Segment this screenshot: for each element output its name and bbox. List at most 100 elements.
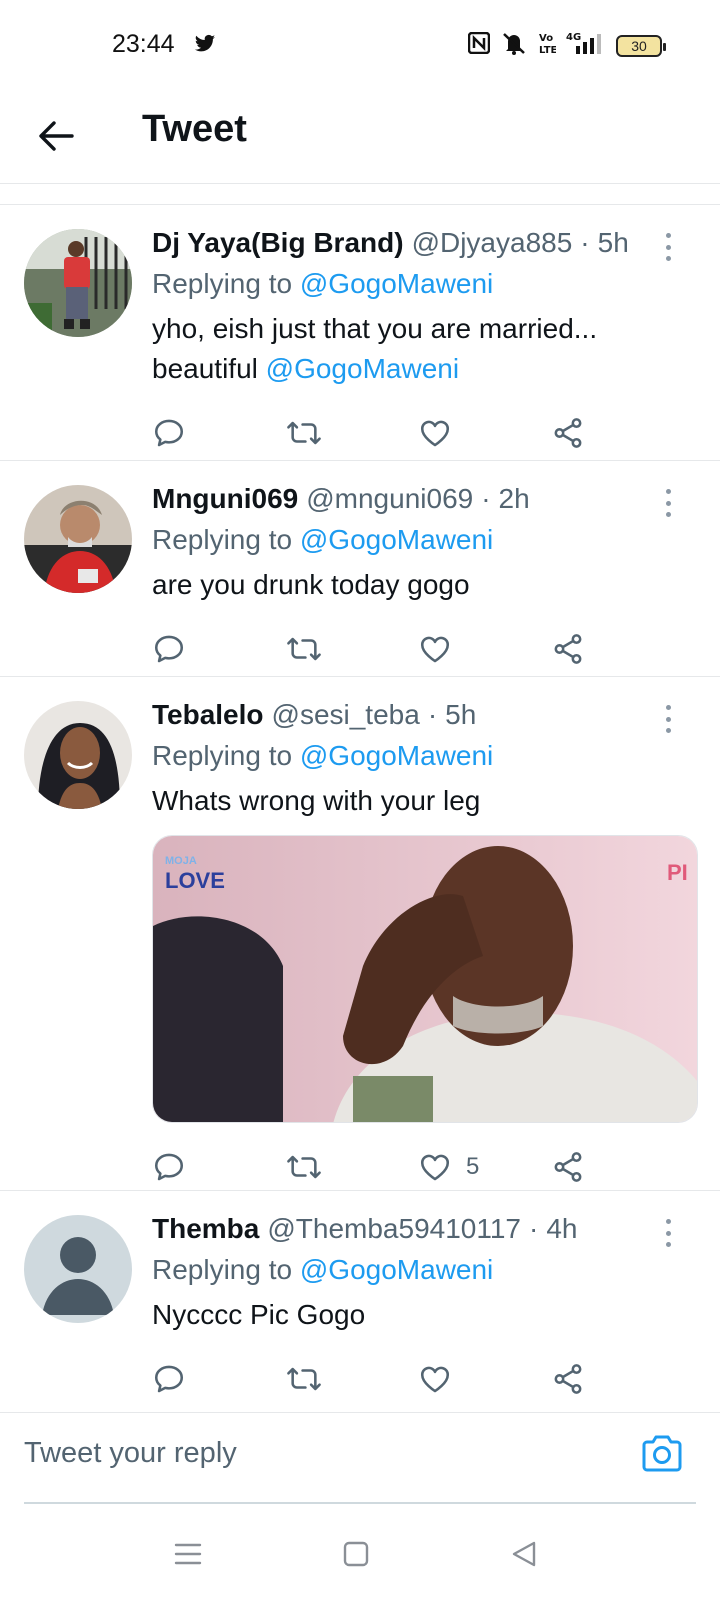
more-options-icon[interactable]	[656, 489, 680, 517]
page-title: Tweet	[142, 108, 247, 150]
replying-label: Replying to	[152, 524, 293, 555]
retweet-button[interactable]	[285, 1362, 418, 1396]
tweet-time: 5h	[597, 227, 629, 258]
like-button[interactable]	[418, 1362, 551, 1396]
tweet-reply[interactable]: Themba @Themba59410117 · 4h Replying to …	[0, 1191, 720, 1412]
reply-input[interactable]: Tweet your reply	[24, 1437, 237, 1470]
svg-text:4G: 4G	[566, 32, 581, 43]
avatar[interactable]	[24, 485, 132, 593]
share-button[interactable]	[551, 1362, 684, 1396]
reply-button[interactable]	[152, 1150, 285, 1184]
default-avatar[interactable]	[24, 1215, 132, 1323]
share-icon	[554, 634, 582, 664]
more-options-icon[interactable]	[656, 1219, 680, 1247]
retweet-button[interactable]	[285, 416, 418, 450]
separator-dot: ·	[529, 1213, 539, 1244]
share-icon	[554, 1364, 582, 1394]
back-arrow-icon[interactable]	[30, 110, 82, 162]
share-button[interactable]	[551, 1150, 684, 1184]
display-name[interactable]: Themba	[152, 1209, 259, 1249]
replying-to-mention[interactable]: @GogoMaweni	[300, 524, 493, 555]
replying-label: Replying to	[152, 740, 293, 771]
battery-icon: 30	[616, 34, 666, 57]
tweet-text: Whats wrong with your leg	[152, 785, 481, 816]
top-app-bar: Tweet	[0, 92, 720, 184]
retweet-icon	[287, 1367, 321, 1391]
replies-feed[interactable]: Dj Yaya(Big Brand) @Djyaya885 · 5h Reply…	[0, 204, 720, 1412]
share-button[interactable]	[551, 416, 684, 450]
retweet-icon	[287, 1155, 321, 1179]
replying-to-line: Replying to @GogoMaweni	[152, 735, 684, 777]
like-count: 5	[466, 1153, 480, 1180]
system-nav-bar	[0, 1504, 720, 1600]
user-handle[interactable]: @Djyaya885	[412, 223, 573, 263]
replying-to-mention[interactable]: @GogoMaweni	[300, 268, 493, 299]
reply-button[interactable]	[152, 416, 285, 450]
display-name[interactable]: Tebalelo	[152, 695, 264, 735]
share-icon	[554, 1152, 582, 1182]
retweet-button[interactable]	[285, 632, 418, 666]
separator-dot: ·	[427, 699, 438, 730]
tweet-media-image[interactable]: MOJA LOVE PI	[152, 835, 698, 1123]
heart-icon	[420, 636, 450, 663]
separator-dot: ·	[580, 227, 590, 258]
home-square-icon[interactable]	[336, 1534, 376, 1574]
tweet-text: are you drunk today gogo	[152, 569, 470, 600]
like-button[interactable]: 5	[418, 1150, 551, 1184]
more-options-icon[interactable]	[656, 705, 680, 733]
user-handle[interactable]: @mnguni069	[306, 479, 473, 519]
replying-to-line: Replying to @GogoMaweni	[152, 519, 684, 561]
replying-to-mention[interactable]: @GogoMaweni	[300, 740, 493, 771]
replying-label: Replying to	[152, 268, 293, 299]
like-button[interactable]	[418, 416, 551, 450]
like-button[interactable]	[418, 632, 551, 666]
retweet-button[interactable]	[285, 1150, 418, 1184]
reply-composer: Tweet your reply	[0, 1412, 720, 1504]
reply-button[interactable]	[152, 1362, 285, 1396]
svg-text:LTE: LTE	[539, 45, 556, 55]
heart-icon	[420, 420, 450, 447]
nfc-icon	[467, 31, 491, 59]
tweet-header: Dj Yaya(Big Brand) @Djyaya885 · 5h	[152, 223, 684, 263]
more-options-icon[interactable]	[656, 233, 680, 261]
media-brand-big: LOVE	[165, 868, 225, 893]
share-icon	[554, 418, 582, 448]
tweet-text: Nycccc Pic Gogo	[152, 1299, 366, 1330]
tweet-text: yho, eish just that you are married... b…	[152, 309, 684, 389]
tweet-header: Mnguni069 @mnguni069 · 2h	[152, 479, 684, 519]
heart-icon	[420, 1366, 450, 1393]
user-handle[interactable]: @Themba59410117	[267, 1209, 521, 1249]
display-name[interactable]: Mnguni069	[152, 479, 298, 519]
svg-text:Vo: Vo	[539, 33, 553, 44]
mute-icon	[500, 31, 528, 60]
back-triangle-icon[interactable]	[504, 1534, 544, 1574]
avatar[interactable]	[24, 229, 132, 337]
reply-icon	[154, 419, 184, 447]
volte-icon: Vo LTE	[538, 31, 558, 60]
media-brand-small: MOJA	[165, 855, 197, 867]
replying-label: Replying to	[152, 1254, 293, 1285]
replying-to-mention[interactable]: @GogoMaweni	[300, 1254, 493, 1285]
reply-icon	[154, 1153, 184, 1181]
tweet-reply[interactable]: Mnguni069 @mnguni069 · 2h Replying to @G…	[0, 461, 720, 677]
status-time: 23:44	[112, 30, 175, 58]
tweet-time: 5h	[445, 699, 477, 730]
reply-button[interactable]	[152, 632, 285, 666]
separator-dot: ·	[481, 483, 491, 514]
tweet-reply[interactable]: Dj Yaya(Big Brand) @Djyaya885 · 5h Reply…	[0, 205, 720, 461]
status-bar: 23:44 Vo LTE 4G 30	[0, 0, 720, 92]
share-button[interactable]	[551, 632, 684, 666]
avatar[interactable]	[24, 701, 132, 809]
media-corner-text: PI	[667, 860, 688, 885]
twitter-icon	[194, 34, 216, 59]
replying-to-line: Replying to @GogoMaweni	[152, 263, 684, 305]
user-handle[interactable]: @sesi_teba	[272, 695, 420, 735]
reply-icon	[154, 635, 184, 663]
replying-to-line: Replying to @GogoMaweni	[152, 1249, 684, 1291]
camera-icon[interactable]	[640, 1433, 684, 1478]
menu-icon[interactable]	[168, 1534, 208, 1574]
reply-icon	[154, 1365, 184, 1393]
display-name[interactable]: Dj Yaya(Big Brand)	[152, 223, 404, 263]
tweet-mention[interactable]: @GogoMaweni	[266, 353, 459, 384]
tweet-reply[interactable]: Tebalelo @sesi_teba · 5h Replying to @Go…	[0, 677, 720, 1191]
